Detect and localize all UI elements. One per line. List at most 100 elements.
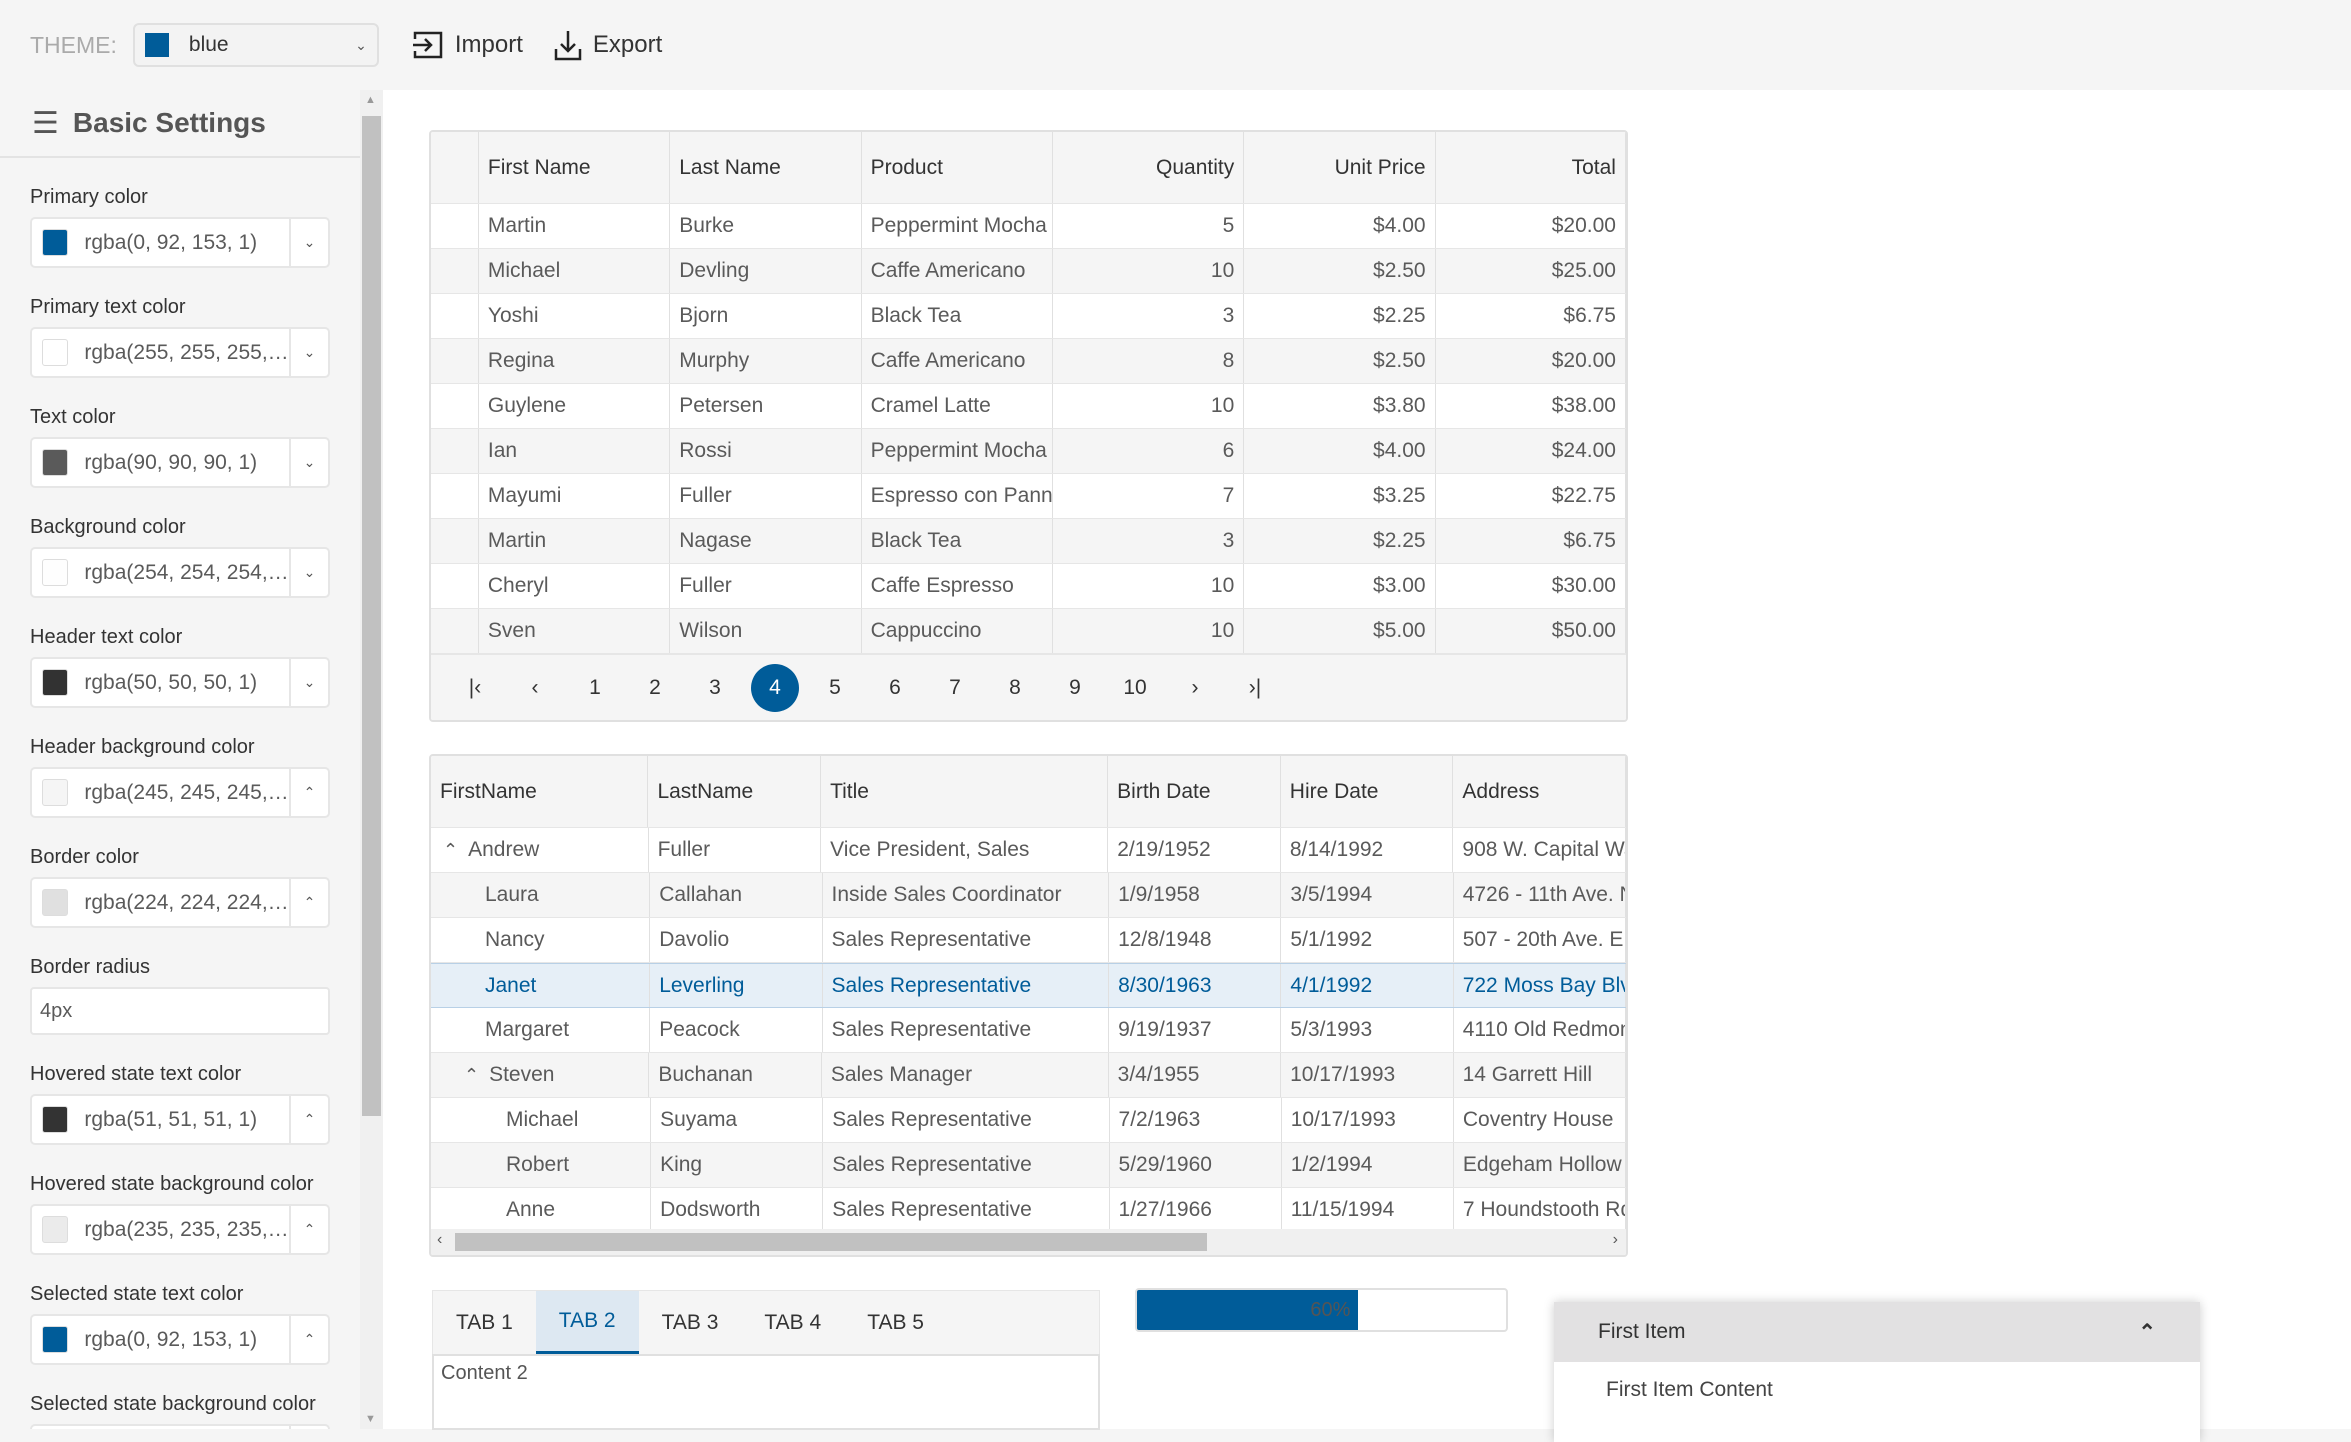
color-picker[interactable]: rgba(255, 255, 255, 1) ⌄ [30, 327, 330, 378]
chevron-down-icon[interactable]: ⌄ [288, 439, 328, 486]
column-header[interactable]: Hire Date [1281, 756, 1454, 827]
page-button[interactable]: 10 [1105, 676, 1165, 700]
column-header[interactable]: Title [821, 756, 1109, 827]
table-cell: Sales Representative [823, 1143, 1110, 1187]
accordion-header[interactable]: First Item ⌃ [1554, 1302, 2200, 1362]
import-button[interactable]: Import [411, 30, 523, 60]
chevron-down-icon[interactable]: ⌄ [288, 549, 328, 596]
tree-row[interactable]: Laura Callahan Inside Sales Coordinator 1/9… [431, 873, 1626, 918]
page-button[interactable]: 5 [805, 676, 865, 700]
tree-row[interactable]: Anne Dodsworth Sales Representative 1/27/19… [431, 1188, 1626, 1233]
theme-select[interactable]: blue ⌄ [132, 23, 379, 67]
chevron-up-icon[interactable]: ⌃ [288, 769, 328, 816]
table-row[interactable]: Yoshi Bjorn Black Tea 3 $2.25 $6.75 [431, 294, 1626, 339]
color-picker[interactable]: ⌃ [30, 1424, 330, 1429]
tab-4[interactable]: TAB 4 [741, 1291, 844, 1354]
table-row[interactable]: MartinBurkePeppermint Mocha Twist5$4.00$… [431, 204, 1626, 249]
color-picker[interactable]: rgba(50, 50, 50, 1) ⌄ [30, 657, 330, 708]
tree-row[interactable]: Nancy Davolio Sales Representative 12/8/194… [431, 918, 1626, 963]
sidebar-scrollbar[interactable]: ▲ ▼ [360, 90, 383, 1429]
color-picker[interactable]: rgba(245, 245, 245, 1) ⌃ [30, 767, 330, 818]
page-button[interactable]: 2 [625, 676, 685, 700]
chevron-down-icon[interactable]: ⌄ [288, 659, 328, 706]
menu-icon[interactable]: ☰ [32, 106, 59, 141]
chevron-down-icon[interactable]: ⌄ [288, 329, 328, 376]
column-header[interactable]: Address [1453, 756, 1626, 827]
border-radius-input[interactable]: 4px [30, 987, 330, 1035]
color-picker[interactable]: rgba(0, 92, 153, 1) ⌄ [30, 217, 330, 268]
column-header[interactable]: Total [1436, 132, 1626, 203]
color-picker[interactable]: rgba(0, 92, 153, 1) ⌃ [30, 1314, 330, 1365]
table-cell: Rossi [670, 429, 862, 473]
table-row[interactable]: IanRossiPeppermint Mocha Twist6$4.00$24.… [431, 429, 1626, 474]
table-row[interactable]: Mayumi Fuller Espresso con Panna 7 $3.25 $22.… [431, 474, 1626, 519]
table-row[interactable]: Sven Wilson Cappuccino 10 $5.00 $50.00 [431, 609, 1626, 654]
first-page-button[interactable]: |‹ [445, 676, 505, 700]
tab-5[interactable]: TAB 5 [844, 1291, 947, 1354]
chevron-up-icon[interactable]: ⌃ [288, 1206, 328, 1253]
column-header[interactable]: LastName [648, 756, 822, 827]
table-cell: Robert [431, 1143, 652, 1187]
column-header[interactable]: Birth Date [1108, 756, 1281, 827]
tree-row[interactable]: ⌃ Steven Buchanan Sales Manager 3/4/1955 10/1… [431, 1053, 1626, 1098]
page-button[interactable]: 3 [685, 676, 745, 700]
chevron-down-icon[interactable]: ⌄ [288, 219, 328, 266]
color-picker[interactable]: rgba(51, 51, 51, 1) ⌃ [30, 1094, 330, 1145]
scrollbar-thumb[interactable] [455, 1233, 1207, 1251]
tab-3[interactable]: TAB 3 [639, 1291, 742, 1354]
column-header[interactable]: FirstName [431, 756, 649, 827]
page-button[interactable]: 7 [925, 676, 985, 700]
tree-row[interactable]: Robert King Sales Representative 5/29/1960 1… [431, 1143, 1626, 1188]
table-cell: $4.00 [1244, 429, 1436, 473]
table-row[interactable]: Regina Murphy Caffe Americano 8 $2.50 $20.00 [431, 339, 1626, 384]
column-header[interactable]: Last Name [670, 132, 862, 203]
setting-label: Header text color [30, 626, 183, 648]
column-header[interactable] [431, 132, 479, 203]
color-picker[interactable]: rgba(90, 90, 90, 1) ⌄ [30, 437, 330, 488]
scroll-up-icon[interactable]: ▲ [365, 94, 376, 106]
scroll-down-icon[interactable]: ▼ [365, 1413, 376, 1425]
page-button[interactable]: 8 [985, 676, 1045, 700]
tree-row[interactable]: Janet Leverling Sales Representative 8/30/1… [431, 963, 1626, 1008]
table-cell: $2.50 [1244, 339, 1436, 383]
table-cell: Black Tea [862, 294, 1053, 338]
scroll-right-icon[interactable]: › [1613, 1231, 1618, 1249]
cell-text: 11/15/1994 [1290, 1198, 1395, 1221]
chevron-up-icon[interactable]: ⌃ [288, 1096, 328, 1143]
table-cell: Cheryl [479, 564, 671, 608]
column-header[interactable]: Unit Price [1244, 132, 1436, 203]
page-button[interactable]: 9 [1045, 676, 1105, 700]
horizontal-scrollbar[interactable]: ‹ › [431, 1229, 1626, 1255]
collapse-icon[interactable]: ⌃ [464, 1065, 479, 1086]
table-row[interactable]: Guylene Petersen Cramel Latte 10 $3.80 $38.00 [431, 384, 1626, 429]
column-header[interactable]: First Name [479, 132, 671, 203]
next-page-button[interactable]: › [1165, 676, 1225, 700]
color-picker[interactable]: rgba(224, 224, 224, 1) ⌃ [30, 877, 330, 928]
page-button[interactable]: 4 [751, 663, 799, 712]
export-button[interactable]: Export [553, 29, 662, 61]
color-picker[interactable]: rgba(254, 254, 254, 1) ⌄ [30, 547, 330, 598]
tree-row[interactable]: Michael Suyama Sales Representative 7/2/196… [431, 1098, 1626, 1143]
color-picker[interactable]: rgba(235, 235, 235, 1) ⌃ [30, 1204, 330, 1255]
table-row[interactable]: Cheryl Fuller Caffe Espresso 10 $3.00 $30.00 [431, 564, 1626, 609]
tab-2[interactable]: TAB 2 [535, 1291, 639, 1354]
table-row[interactable]: Michael Devling Caffe Americano 10 $2.50 $25.… [431, 249, 1626, 294]
tree-row[interactable]: Margaret Peacock Sales Representative 9/19/… [431, 1008, 1626, 1053]
page-button[interactable]: 1 [565, 676, 625, 700]
scroll-left-icon[interactable]: ‹ [437, 1231, 442, 1249]
chevron-up-icon[interactable]: ⌃ [288, 1316, 328, 1363]
prev-page-button[interactable]: ‹ [505, 676, 565, 700]
tree-row[interactable]: ⌃ Andrew Fuller Vice President, Sales 2/19/1… [431, 828, 1626, 873]
setting-label: Text color [30, 406, 116, 428]
column-header[interactable]: Quantity [1053, 132, 1245, 203]
tab-1[interactable]: TAB 1 [433, 1291, 536, 1354]
table-cell: 10/17/1993 [1282, 1098, 1454, 1142]
scrollbar-thumb[interactable] [362, 116, 381, 1116]
column-header[interactable]: Product [862, 132, 1053, 203]
last-page-button[interactable]: ›| [1225, 676, 1285, 700]
table-cell: Michael [479, 249, 671, 293]
page-button[interactable]: 6 [865, 676, 925, 700]
collapse-icon[interactable]: ⌃ [443, 840, 458, 861]
table-row[interactable]: Martin Nagase Black Tea 3 $2.25 $6.75 [431, 519, 1626, 564]
chevron-up-icon[interactable]: ⌃ [288, 879, 328, 926]
